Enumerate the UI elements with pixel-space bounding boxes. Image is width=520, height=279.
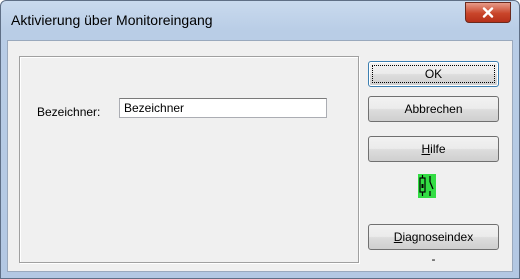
close-button[interactable] — [465, 2, 511, 23]
close-icon — [482, 7, 494, 18]
window-title: Aktivierung über Monitoreingang — [11, 12, 213, 28]
title-bar[interactable]: Aktivierung über Monitoreingang — [1, 1, 519, 41]
focus-rectangle — [372, 65, 495, 83]
settings-group-box — [19, 56, 359, 263]
cancel-button-label: Abbrechen — [404, 102, 463, 116]
identifier-label: Bezeichner: — [37, 105, 101, 119]
diagnostic-index-button[interactable]: Diagnoseindex — [368, 224, 499, 250]
diagnostic-index-value: - — [431, 252, 436, 266]
switch-status-icon — [418, 174, 436, 198]
cancel-button[interactable]: Abbrechen — [368, 96, 499, 122]
identifier-input[interactable] — [119, 98, 327, 118]
help-button[interactable]: Hilfe — [368, 136, 499, 162]
diagnostic-index-button-label: Diagnoseindex — [393, 230, 474, 244]
ok-button[interactable]: OK — [368, 61, 499, 87]
help-button-label: Hilfe — [421, 142, 446, 156]
